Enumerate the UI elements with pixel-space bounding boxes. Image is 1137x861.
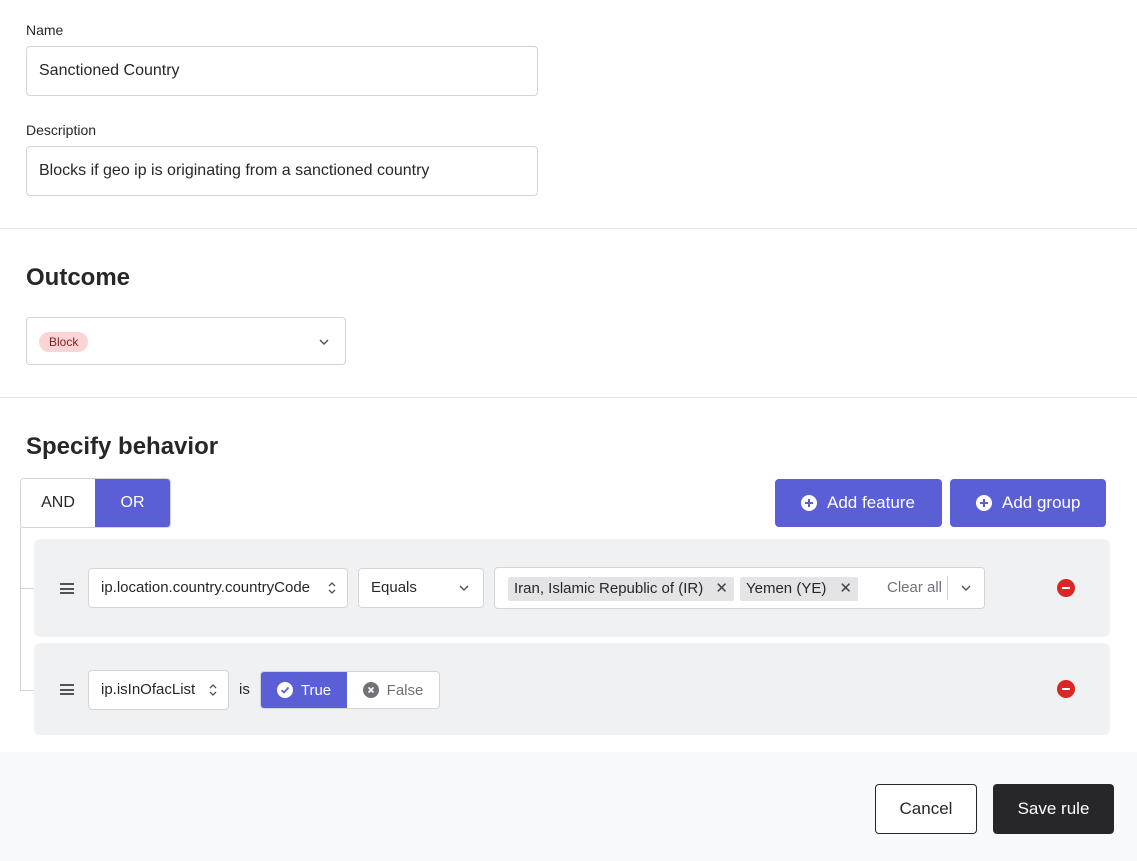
feature-select[interactable]: ip.isInOfacList	[88, 670, 229, 710]
chevron-down-icon	[319, 339, 329, 345]
tree-line	[20, 527, 21, 691]
add-group-label: Add group	[1002, 493, 1081, 512]
operator-select-value: Equals	[371, 579, 417, 596]
name-input[interactable]: Sanctioned Country	[26, 46, 538, 96]
chevron-down-icon[interactable]	[961, 583, 971, 593]
plus-circle-icon	[801, 495, 817, 511]
x-circle-icon	[362, 682, 379, 698]
true-label: True	[300, 681, 332, 699]
logic-toggle[interactable]: AND OR	[20, 478, 171, 528]
updown-chevron-icon	[209, 684, 217, 696]
save-rule-button[interactable]: Save rule	[993, 784, 1114, 834]
remove-rule-icon[interactable]	[1057, 680, 1075, 698]
operator-select[interactable]: Equals	[358, 568, 484, 608]
tree-line	[20, 690, 34, 691]
description-label: Description	[26, 122, 97, 138]
remove-rule-icon[interactable]	[1057, 579, 1075, 597]
footer: Cancel Save rule	[0, 752, 1137, 861]
rule-row: ip.location.country.countryCode Equals I…	[34, 539, 1110, 637]
updown-chevron-icon	[328, 582, 336, 594]
clear-all-button[interactable]: Clear all	[887, 568, 942, 608]
value-tag: Yemen (YE) ✕	[740, 577, 858, 601]
tree-line	[20, 588, 34, 589]
logic-or-button[interactable]: OR	[95, 479, 170, 527]
boolean-toggle[interactable]: True False	[260, 671, 440, 709]
drag-handle-icon[interactable]	[60, 583, 74, 594]
separator	[947, 576, 948, 600]
name-label: Name	[26, 22, 64, 38]
section-divider	[0, 228, 1137, 229]
outcome-title: Outcome	[26, 264, 131, 291]
feature-select-value: ip.location.country.countryCode	[101, 579, 311, 596]
drag-handle-icon[interactable]	[60, 684, 74, 695]
add-group-button[interactable]: Add group	[950, 479, 1106, 527]
outcome-block-badge: Block	[39, 332, 89, 352]
outcome-select[interactable]: Block	[26, 317, 346, 365]
chevron-down-icon	[459, 585, 469, 591]
add-feature-label: Add feature	[827, 493, 915, 512]
behavior-title: Specify behavior	[26, 433, 219, 460]
cancel-button[interactable]: Cancel	[875, 784, 977, 834]
feature-select-value: ip.isInOfacList	[101, 681, 196, 698]
values-multiselect[interactable]: Iran, Islamic Republic of (IR) ✕ Yemen (…	[494, 567, 985, 609]
false-button[interactable]: False	[347, 672, 439, 708]
value-tag: Iran, Islamic Republic of (IR) ✕	[508, 577, 734, 601]
rule-row: ip.isInOfacList is True False	[34, 643, 1110, 735]
true-button[interactable]: True	[261, 672, 348, 708]
false-label: False	[386, 681, 424, 699]
is-connector: is	[239, 681, 250, 698]
value-tag-label: Iran, Islamic Republic of (IR)	[514, 580, 704, 597]
add-feature-button[interactable]: Add feature	[775, 479, 942, 527]
check-circle-icon	[276, 682, 293, 698]
plus-circle-icon	[976, 495, 992, 511]
remove-tag-icon[interactable]: ✕	[715, 577, 728, 601]
description-input[interactable]: Blocks if geo ip is originating from a s…	[26, 146, 538, 196]
logic-and-button[interactable]: AND	[21, 479, 95, 527]
section-divider	[0, 397, 1137, 398]
remove-tag-icon[interactable]: ✕	[839, 577, 852, 601]
feature-select[interactable]: ip.location.country.countryCode	[88, 568, 348, 608]
value-tag-label: Yemen (YE)	[746, 580, 827, 597]
